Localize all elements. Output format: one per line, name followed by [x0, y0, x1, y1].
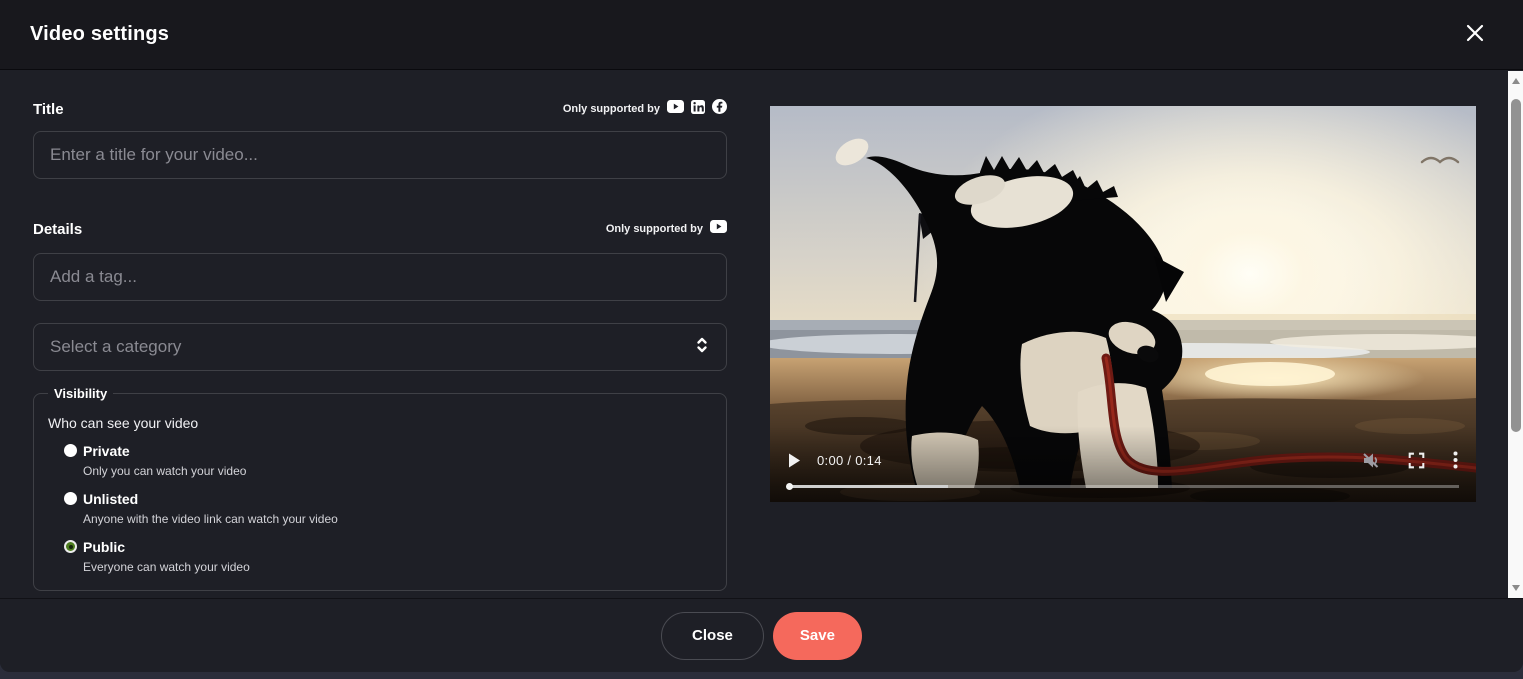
video-buffered	[787, 485, 949, 488]
chevron-updown-icon	[696, 336, 708, 359]
video-time: 0:00 / 0:14	[817, 452, 882, 468]
video-settings-dialog: Video settings Title Only supported by E…	[0, 0, 1523, 679]
visibility-option-public[interactable]: Public Everyone can watch your video	[48, 539, 712, 574]
visibility-option-unlisted[interactable]: Unlisted Anyone with the video link can …	[48, 491, 712, 526]
close-icon	[1464, 22, 1486, 47]
details-label: Details	[33, 220, 83, 238]
linkedin-icon	[691, 99, 705, 119]
details-field-header: Details Only supported by	[33, 220, 727, 238]
page-title: Video settings	[30, 23, 170, 45]
video-progress-bar[interactable]	[786, 483, 1459, 490]
title-field-header: Title Only supported by	[33, 99, 727, 119]
scrollbar-down-arrow[interactable]	[1508, 580, 1523, 596]
visibility-fieldset: Visibility Who can see your video Privat…	[33, 386, 727, 591]
modal-content: Title Only supported by Enter a title fo…	[0, 70, 1523, 598]
muted-speaker-icon[interactable]	[1361, 451, 1380, 470]
play-icon[interactable]	[788, 453, 801, 468]
video-title-input[interactable]	[33, 131, 727, 179]
tag-input[interactable]	[33, 253, 727, 301]
visibility-question: Who can see your video	[48, 415, 199, 431]
radio-private[interactable]	[64, 444, 77, 457]
close-dialog-button[interactable]	[1457, 17, 1493, 53]
visibility-option-private[interactable]: Private Only you can watch your video	[48, 443, 712, 478]
youtube-icon	[710, 220, 727, 238]
details-supported-note: Only supported by	[606, 220, 727, 238]
triangle-up-icon	[1511, 78, 1520, 84]
title-label: Title	[33, 100, 64, 118]
modal-footer: Close Save	[0, 598, 1523, 672]
video-playhead[interactable]	[786, 483, 793, 490]
kebab-menu-icon[interactable]	[1453, 451, 1458, 469]
modal: Video settings Title Only supported by E…	[0, 0, 1523, 672]
video-controls: 0:00 / 0:14	[770, 438, 1476, 502]
save-button[interactable]: Save	[772, 611, 862, 660]
scrollbar-thumb[interactable]	[1510, 99, 1521, 432]
youtube-icon	[667, 100, 684, 118]
visibility-legend: Visibility	[54, 386, 108, 401]
radio-public[interactable]	[64, 540, 77, 553]
triangle-down-icon	[1511, 585, 1520, 591]
title-supported-note: Only supported by	[563, 99, 727, 119]
scrollbar[interactable]	[1508, 71, 1523, 598]
scrollbar-up-arrow[interactable]	[1508, 73, 1523, 89]
close-button[interactable]: Close	[661, 611, 764, 660]
radio-unlisted[interactable]	[64, 492, 77, 505]
category-select[interactable]: Select a category	[33, 323, 727, 371]
facebook-icon	[712, 99, 727, 119]
video-preview[interactable]: 0:00 / 0:14	[770, 106, 1476, 502]
fullscreen-icon[interactable]	[1408, 452, 1425, 469]
settings-form: Title Only supported by Enter a title fo…	[33, 70, 727, 591]
category-select-value: Select a category	[50, 337, 182, 356]
modal-header: Video settings	[0, 0, 1523, 70]
